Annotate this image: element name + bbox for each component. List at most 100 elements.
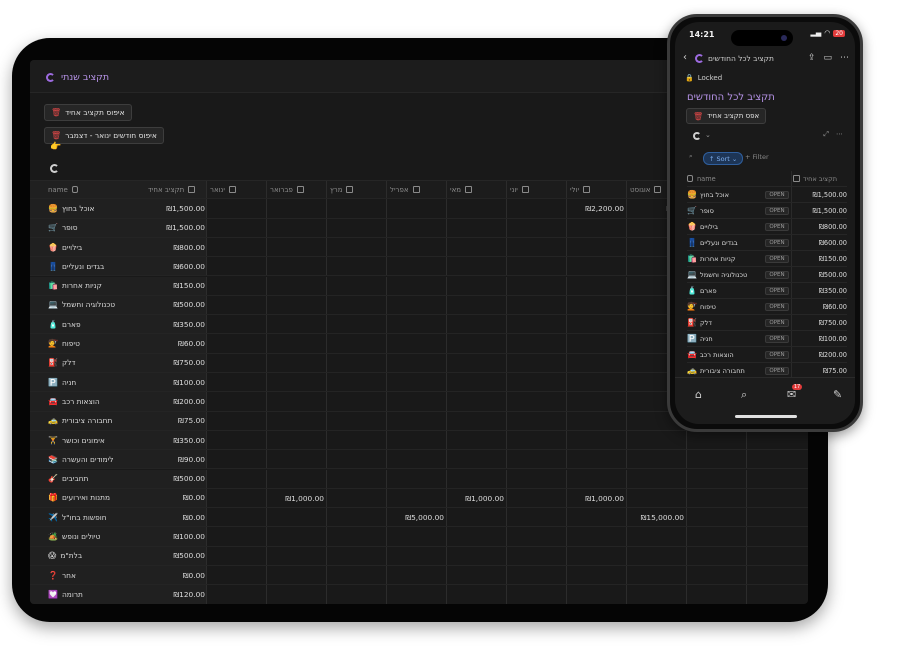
phone-row-name-cell[interactable]: הוצאות רכב 🚘	[687, 347, 761, 362]
row-uniform-budget[interactable]: ₪800.00	[148, 238, 205, 256]
view-switcher-icon[interactable]	[50, 164, 59, 173]
month-value[interactable]: ₪1,000.00	[266, 489, 324, 508]
search-icon[interactable]: ⌕	[741, 388, 747, 402]
phone-row-name-cell[interactable]: טכנולוגיה וחשמל 💻	[687, 267, 761, 282]
phone-row-amount[interactable]: ₪800.00	[793, 219, 847, 234]
row-uniform-budget[interactable]: ₪350.00	[148, 315, 205, 333]
row-uniform-budget[interactable]: ₪100.00	[148, 527, 205, 545]
phone-row-name-cell[interactable]: סופר 🛒	[687, 203, 761, 218]
phone-list-row[interactable]: פארם 🧴 OPEN ₪350.00	[687, 283, 847, 299]
row-uniform-budget[interactable]: ₪0.00	[148, 508, 205, 526]
phone-row-amount[interactable]: ₪350.00	[793, 283, 847, 298]
row-name-cell[interactable]: טכנולוגיה וחשמל 💻	[48, 296, 143, 314]
row-name-cell[interactable]: תחבורה ציבורית 🚕	[48, 412, 143, 430]
phone-row-name-cell[interactable]: קניות אחרות 🛍️	[687, 251, 761, 266]
column-header-month[interactable]: פברואר	[270, 181, 304, 198]
phone-list-row[interactable]: בילויים 🍿 OPEN ₪800.00	[687, 219, 847, 235]
open-button[interactable]: OPEN	[765, 190, 789, 199]
phone-row-amount[interactable]: ₪1,500.00	[793, 203, 847, 218]
phone-list-row[interactable]: חניה 🅿️ OPEN ₪100.00	[687, 331, 847, 347]
row-name-cell[interactable]: טיפוח 💇	[48, 334, 143, 352]
open-button[interactable]: OPEN	[765, 366, 789, 375]
table-row[interactable]: אימונים וכושר 🏋️ ₪350.00	[30, 430, 808, 451]
row-uniform-budget[interactable]: ₪75.00	[148, 412, 205, 430]
phone-row-name-cell[interactable]: טיפוח 💇	[687, 299, 761, 314]
row-name-cell[interactable]: תחביבים 🎸	[48, 470, 143, 488]
open-button[interactable]: OPEN	[765, 350, 789, 359]
home-icon[interactable]: ⌂	[695, 388, 702, 401]
phone-list-row[interactable]: טכנולוגיה וחשמל 💻 OPEN ₪500.00	[687, 267, 847, 283]
row-uniform-budget[interactable]: ₪90.00	[148, 450, 205, 468]
table-row[interactable]: לימודים והעשרה 📚 ₪90.00	[30, 450, 808, 470]
row-uniform-budget[interactable]: ₪100.00	[148, 373, 205, 391]
phone-list-row[interactable]: דלק ⛽ OPEN ₪750.00	[687, 315, 847, 331]
open-button[interactable]: OPEN	[765, 270, 789, 279]
phone-row-name-cell[interactable]: תחבורה ציבורית 🚕	[687, 363, 761, 378]
phone-row-amount[interactable]: ₪200.00	[793, 347, 847, 362]
phone-list-row[interactable]: הוצאות רכב 🚘 OPEN ₪200.00	[687, 347, 847, 363]
row-name-cell[interactable]: דלק ⛽	[48, 354, 143, 372]
phone-row-name-cell[interactable]: פארם 🧴	[687, 283, 761, 298]
search-icon[interactable]: ⌕	[689, 152, 693, 161]
row-name-cell[interactable]: בגדים ונעליים 👖	[48, 257, 143, 275]
phone-row-amount[interactable]: ₪750.00	[793, 315, 847, 330]
table-row[interactable]: חופשות בחו"ל ✈️ ₪0.00 ₪5,000.00 ₪15,000.00	[30, 508, 808, 528]
view-switcher-icon[interactable]	[693, 132, 701, 140]
locked-indicator[interactable]: 🔒 Locked	[685, 74, 722, 82]
open-button[interactable]: OPEN	[765, 334, 789, 343]
comment-icon[interactable]: ▭	[823, 53, 832, 63]
phone-row-amount[interactable]: ₪1,500.00	[793, 187, 847, 202]
table-row[interactable]: בלת"מ 😱 ₪500.00	[30, 546, 808, 566]
column-header-month[interactable]: מרץ	[330, 181, 354, 198]
back-icon[interactable]: ‹	[683, 52, 687, 63]
phone-row-amount[interactable]: ₪100.00	[793, 331, 847, 346]
row-name-cell[interactable]: חופשות בחו"ל ✈️	[48, 508, 143, 526]
column-header-month[interactable]: יולי	[570, 181, 591, 198]
compose-icon[interactable]: ✎	[833, 388, 842, 401]
phone-list-row[interactable]: קניות אחרות 🛍️ OPEN ₪150.00	[687, 251, 847, 267]
row-uniform-budget[interactable]: ₪0.00	[148, 489, 205, 507]
table-row[interactable]: תחביבים 🎸 ₪500.00	[30, 469, 808, 489]
row-name-cell[interactable]: טיולים ונופש 🏕️	[48, 527, 143, 545]
row-name-cell[interactable]: אחר ❓	[48, 566, 143, 584]
row-name-cell[interactable]: סופר 🛒	[48, 219, 143, 237]
phone-row-amount[interactable]: ₪600.00	[793, 235, 847, 250]
row-uniform-budget[interactable]: ₪500.00	[148, 296, 205, 314]
more-icon[interactable]: ⋯	[840, 53, 849, 63]
month-value[interactable]: ₪2,200.00	[566, 199, 624, 218]
month-value[interactable]: ₪1,000.00	[566, 489, 624, 508]
row-uniform-budget[interactable]: ₪1,500.00	[148, 219, 205, 237]
phone-col-amount[interactable]: תקציב אחיד	[793, 171, 837, 186]
row-uniform-budget[interactable]: ₪200.00	[148, 392, 205, 410]
row-name-cell[interactable]: אוכל בחוץ 🍔	[48, 199, 143, 217]
open-button[interactable]: OPEN	[765, 222, 789, 231]
open-button[interactable]: OPEN	[765, 302, 789, 311]
row-uniform-budget[interactable]: ₪350.00	[148, 431, 205, 449]
column-header-uniform-budget[interactable]: תקציב אחיד	[148, 181, 196, 198]
row-uniform-budget[interactable]: ₪500.00	[148, 547, 205, 565]
phone-row-amount[interactable]: ₪500.00	[793, 267, 847, 282]
open-button[interactable]: OPEN	[765, 318, 789, 327]
month-value[interactable]: ₪15,000.00	[626, 508, 684, 527]
column-header-month[interactable]: אוגוסט	[630, 181, 662, 198]
row-uniform-budget[interactable]: ₪600.00	[148, 257, 205, 275]
column-header-name[interactable]: name	[48, 181, 78, 198]
phone-row-amount[interactable]: ₪150.00	[793, 251, 847, 266]
row-name-cell[interactable]: לימודים והעשרה 📚	[48, 450, 143, 468]
row-name-cell[interactable]: תרומה 💟	[48, 585, 143, 603]
row-name-cell[interactable]: הוצאות רכב 🚘	[48, 392, 143, 410]
chevron-down-icon[interactable]: ⌄	[705, 131, 711, 139]
page-title[interactable]: תקציב שנתי	[46, 72, 109, 83]
row-name-cell[interactable]: בילויים 🍿	[48, 238, 143, 256]
reset-uniform-budget-button[interactable]: אפס תקציב אחיד 🗑	[686, 108, 767, 124]
table-row[interactable]: טיולים ונופש 🏕️ ₪100.00	[30, 527, 808, 547]
inbox-icon[interactable]: ✉ 17	[787, 384, 803, 401]
row-name-cell[interactable]: מתנות ואירועים 🎁	[48, 489, 143, 507]
more-icon[interactable]: ⋯	[836, 130, 843, 138]
open-button[interactable]: OPEN	[765, 238, 789, 247]
phone-col-name[interactable]: name	[687, 171, 716, 186]
column-header-month[interactable]: אפריל	[390, 181, 420, 198]
row-uniform-budget[interactable]: ₪150.00	[148, 277, 205, 295]
table-row[interactable]: אחר ❓ ₪0.00	[30, 566, 808, 586]
phone-list-row[interactable]: בגדים ונעליים 👖 OPEN ₪600.00	[687, 235, 847, 251]
